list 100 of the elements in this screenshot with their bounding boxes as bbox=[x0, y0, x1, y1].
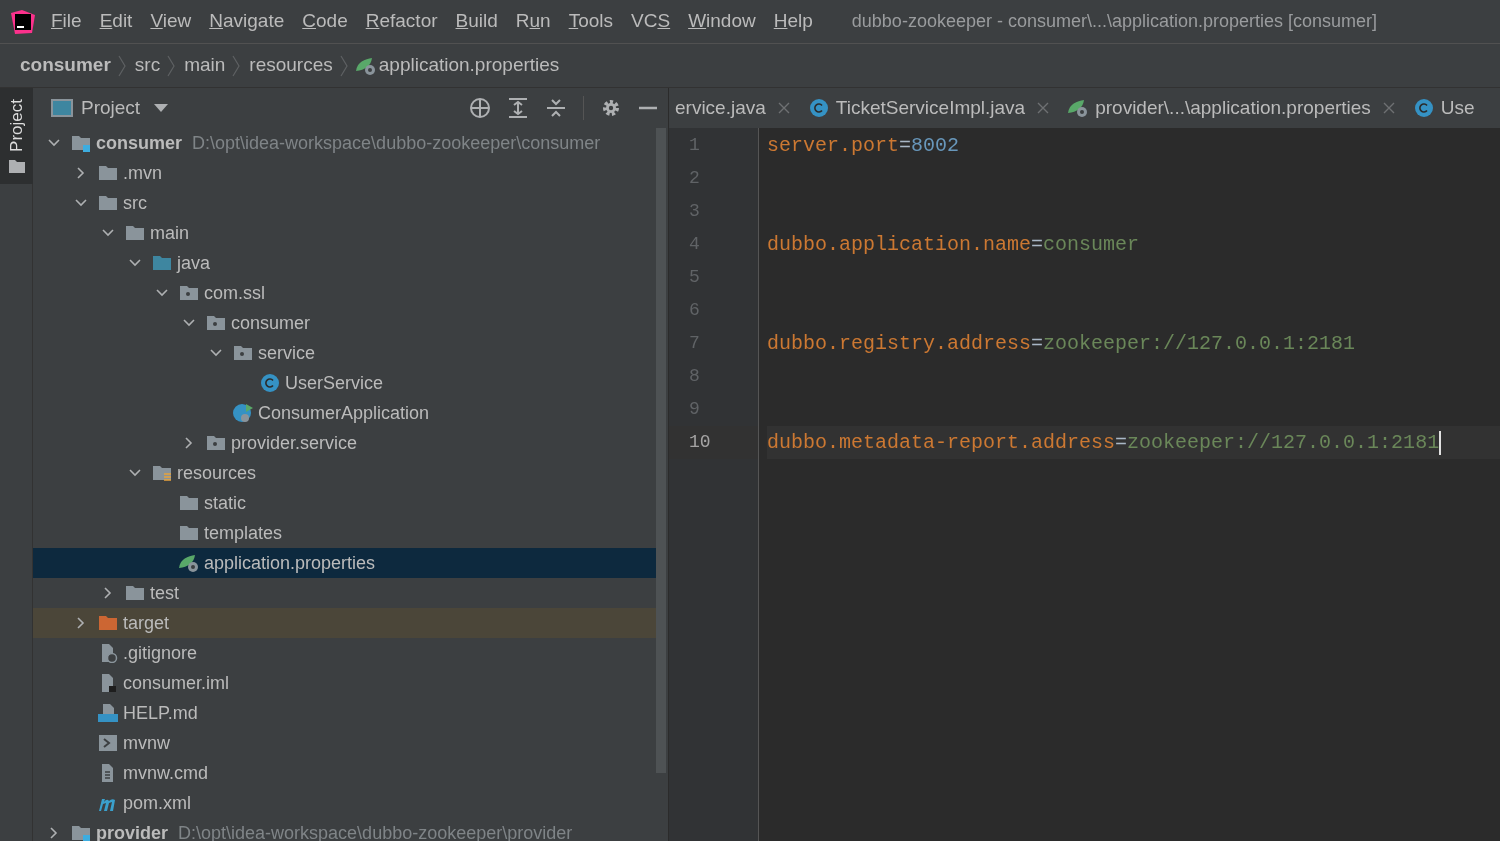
folder-icon bbox=[178, 493, 200, 513]
menu-item[interactable]: Window bbox=[679, 7, 765, 36]
menu-item[interactable]: Run bbox=[506, 7, 560, 36]
menu-item[interactable]: Help bbox=[764, 7, 822, 36]
folder-icon bbox=[97, 163, 119, 183]
tree-row[interactable]: .gitignore bbox=[33, 638, 656, 668]
tree-item-label: mvnw.cmd bbox=[123, 761, 209, 785]
tree-item-label: com.ssl bbox=[204, 281, 265, 305]
module-folder-icon bbox=[70, 133, 92, 153]
locate-icon[interactable] bbox=[469, 97, 491, 119]
editor-tab[interactable]: Use bbox=[1406, 88, 1487, 128]
line-number: 10 bbox=[689, 431, 711, 454]
package-icon bbox=[178, 283, 200, 303]
folder-icon bbox=[124, 583, 146, 603]
breadcrumb-item[interactable]: consumer bbox=[20, 51, 111, 80]
breadcrumb-item[interactable]: application.properties bbox=[378, 51, 560, 80]
tree-item-label: service bbox=[258, 341, 315, 365]
project-tool-tab[interactable]: Project bbox=[0, 88, 33, 184]
menu-item[interactable]: File bbox=[42, 7, 91, 36]
editor-tab[interactable]: TicketServiceImpl.java bbox=[801, 88, 1062, 128]
tree-item-label: pom.xml bbox=[123, 791, 191, 815]
menu-item[interactable]: View bbox=[141, 7, 201, 36]
tree-item-label: ConsumerApplication bbox=[258, 401, 430, 425]
folder-icon bbox=[178, 523, 200, 543]
breadcrumb-item[interactable]: main bbox=[184, 51, 226, 80]
spring-leaf-icon bbox=[1067, 98, 1090, 118]
class-run-icon bbox=[232, 403, 254, 423]
tree-row[interactable]: HELP.md bbox=[33, 698, 656, 728]
tree-row[interactable]: application.properties bbox=[33, 548, 656, 578]
project-view-dropdown[interactable]: Project bbox=[81, 93, 169, 123]
class-icon bbox=[807, 98, 830, 118]
tree-item-label: application.properties bbox=[204, 551, 376, 575]
menu-item[interactable]: VCS bbox=[622, 7, 680, 36]
tree-row[interactable]: pom.xml bbox=[33, 788, 656, 818]
tree-row[interactable]: consumer bbox=[33, 308, 656, 338]
tree-item-label: HELP.md bbox=[123, 701, 198, 725]
scrollbar[interactable] bbox=[656, 128, 666, 773]
tree-item-label: main bbox=[150, 221, 189, 245]
class-icon bbox=[1412, 98, 1435, 118]
tree-item-label: .mvn bbox=[123, 161, 162, 185]
tree-item-label: .gitignore bbox=[123, 641, 198, 665]
module-folder-icon bbox=[70, 823, 92, 841]
tree-item-label: UserService bbox=[285, 371, 384, 395]
tree-row[interactable]: mvnw bbox=[33, 728, 656, 758]
markdown-file-icon bbox=[97, 703, 119, 723]
tree-row[interactable]: test bbox=[33, 578, 656, 608]
menu-item[interactable]: Refactor bbox=[356, 7, 447, 36]
separator-icon bbox=[231, 53, 242, 78]
breadcrumb-item[interactable]: src bbox=[134, 51, 161, 80]
module-path: D:\opt\idea-workspace\dubbo-zookeeper\consumer bbox=[192, 131, 601, 155]
expand-all-icon[interactable] bbox=[507, 97, 529, 119]
separator-icon bbox=[338, 53, 349, 78]
tree-row[interactable]: resources bbox=[33, 458, 656, 488]
folder-icon bbox=[8, 159, 25, 174]
folder-icon bbox=[97, 193, 119, 213]
code-editor[interactable]: server.port=8002 dubbo.application.name=consumer dubbo.registry.address=zookeeper://127.0.0.1:2181 dubbo.metadata-report.address=zookeeper://127.0.0.1:2181 bbox=[759, 128, 1500, 841]
tree-row[interactable]: UserService bbox=[33, 368, 656, 398]
tree-item-label: static bbox=[204, 491, 246, 515]
tree-item-label: mvnw bbox=[123, 731, 170, 755]
menu-item[interactable]: Navigate bbox=[200, 7, 294, 36]
tree-row[interactable]: com.ssl bbox=[33, 278, 656, 308]
code-line: dubbo.metadata-report.address=zookeeper://127.0.0.1:2181 bbox=[767, 429, 1440, 456]
tree-item-label: consumer bbox=[231, 311, 311, 335]
package-icon bbox=[232, 343, 254, 363]
tree-row[interactable]: templates bbox=[33, 518, 656, 548]
menu-item[interactable]: Tools bbox=[559, 7, 623, 36]
app-logo-icon bbox=[10, 8, 36, 35]
menu-item[interactable]: Build bbox=[446, 7, 507, 36]
separator-icon bbox=[166, 53, 177, 78]
tree-row[interactable]: .mvn bbox=[33, 158, 656, 188]
tree-row[interactable]: main bbox=[33, 218, 656, 248]
settings-icon[interactable] bbox=[600, 97, 622, 119]
tree-row[interactable]: static bbox=[33, 488, 656, 518]
package-icon bbox=[205, 313, 227, 333]
tree-row[interactable]: target bbox=[33, 608, 656, 638]
folder-icon bbox=[124, 223, 146, 243]
code-line: dubbo.registry.address=zookeeper://127.0.0.1:2181 bbox=[767, 330, 1356, 357]
terminal-file-icon bbox=[97, 733, 119, 753]
menu-item[interactable]: Edit bbox=[90, 7, 142, 36]
breadcrumb-item[interactable]: resources bbox=[249, 51, 333, 80]
tree-row[interactable]: ConsumerApplication bbox=[33, 398, 656, 428]
tree-item-label: java bbox=[177, 251, 211, 275]
tree-row[interactable]: service bbox=[33, 338, 656, 368]
tree-row[interactable]: src bbox=[33, 188, 656, 218]
collapse-all-icon[interactable] bbox=[545, 97, 567, 119]
tree-row[interactable]: java bbox=[33, 248, 656, 278]
tree-item-label: src bbox=[123, 191, 147, 215]
editor-tab[interactable]: provider\...\application.properties bbox=[1061, 88, 1407, 128]
menu-item[interactable]: Code bbox=[293, 7, 357, 36]
tree-item-label: provider.service bbox=[231, 431, 358, 455]
spring-leaf-icon bbox=[178, 553, 200, 573]
editor-tab[interactable]: ervice.java bbox=[669, 88, 802, 128]
tree-row[interactable]: consumer.iml bbox=[33, 668, 656, 698]
panel-icon bbox=[51, 99, 73, 117]
tree-row[interactable]: consumer D:\opt\idea-workspace\dubbo-zookeeper\consumer bbox=[33, 128, 656, 158]
tree-row[interactable]: mvnw.cmd bbox=[33, 758, 656, 788]
code-line: server.port=8002 bbox=[767, 132, 960, 159]
tree-row[interactable]: provider.service bbox=[33, 428, 656, 458]
tree-item-label: target bbox=[123, 611, 170, 635]
resource-folder-icon bbox=[151, 463, 173, 483]
